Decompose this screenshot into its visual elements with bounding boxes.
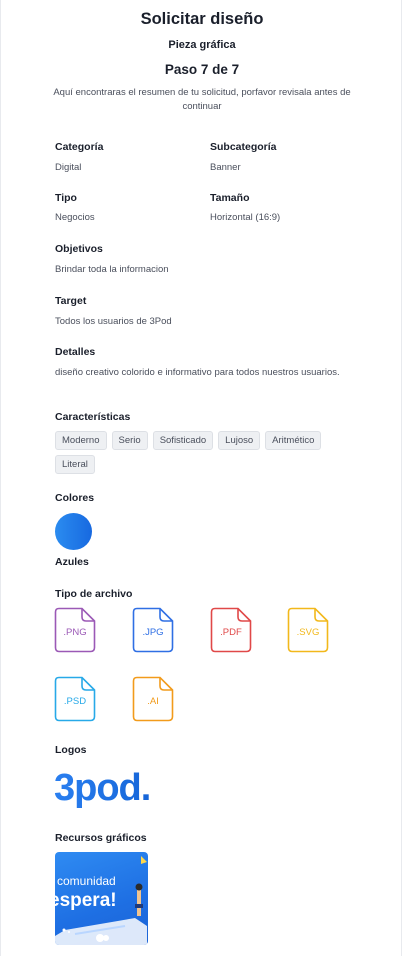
colores-label: Colores <box>55 492 95 504</box>
subcategoria-label: Subcategoría <box>210 141 277 153</box>
objetivos-value: Brindar toda la informacion <box>55 264 169 275</box>
svg-text:3pod.: 3pod. <box>54 767 150 809</box>
color-swatch-name: Azules <box>55 556 89 568</box>
brand-logo-3pod: 3pod. <box>54 762 152 810</box>
chip-literal: Literal <box>55 455 95 474</box>
file-ext-label: .PSD <box>63 696 87 707</box>
logos-label: Logos <box>55 744 87 756</box>
chip-aritmetico: Aritmético <box>265 431 322 450</box>
color-swatch <box>55 513 92 550</box>
resource-thumbnail[interactable]: e comunidad espera! <box>55 852 148 945</box>
file-type-jpg: .JPG <box>132 607 174 653</box>
tipo-value: Negocios <box>55 212 95 223</box>
page-title: Solicitar diseño <box>140 10 264 28</box>
page-subtitle: Pieza gráfica <box>168 39 236 51</box>
file-type-png: .PNG <box>54 607 96 653</box>
file-ext-label: .AI <box>147 696 159 707</box>
resource-illustration <box>55 856 147 945</box>
chip-moderno: Moderno <box>55 431 107 450</box>
chip-sofisticado: Sofisticado <box>152 431 214 450</box>
logo-image: 3pod. <box>54 767 151 809</box>
tipo-archivo-label: Tipo de archivo <box>55 588 133 600</box>
detalles-value: diseño creativo colorido e informativo p… <box>55 367 340 378</box>
tamano-value: Horizontal (16:9) <box>210 212 281 223</box>
chip-serio: Serio <box>111 431 148 450</box>
target-label: Target <box>55 295 87 307</box>
categoria-value: Digital <box>55 162 82 173</box>
step-indicator: Paso 7 de 7 <box>164 62 240 77</box>
file-ext-label: .SVG <box>296 627 320 638</box>
intro-text: Aquí encontraras el resumen de tu solici… <box>53 87 351 112</box>
objetivos-label: Objetivos <box>55 243 103 255</box>
caracteristicas-label: Características <box>55 411 131 423</box>
file-ext-label: .PDF <box>220 627 242 638</box>
page-frame: Solicitar diseño Pieza gráfica Paso 7 de… <box>0 0 402 956</box>
file-type-psd: .PSD <box>54 676 96 722</box>
caracteristicas-chips: Moderno Serio Sofisticado Lujoso Aritmét… <box>55 431 355 474</box>
recursos-label: Recursos gráficos <box>55 832 147 844</box>
file-ext-label: .PNG <box>63 627 87 638</box>
file-type-pdf: .PDF <box>210 607 252 653</box>
file-type-ai: .AI <box>132 676 174 722</box>
target-value: Todos los usuarios de 3Pod <box>55 316 172 327</box>
categoria-label: Categoría <box>55 141 104 153</box>
chip-lujoso: Lujoso <box>218 431 261 450</box>
tipo-label: Tipo <box>55 192 77 204</box>
tamano-label: Tamaño <box>210 192 250 204</box>
file-type-svg: .SVG <box>287 607 329 653</box>
detalles-label: Detalles <box>55 346 96 358</box>
subcategoria-value: Banner <box>210 162 241 173</box>
file-ext-label: .JPG <box>142 627 164 638</box>
